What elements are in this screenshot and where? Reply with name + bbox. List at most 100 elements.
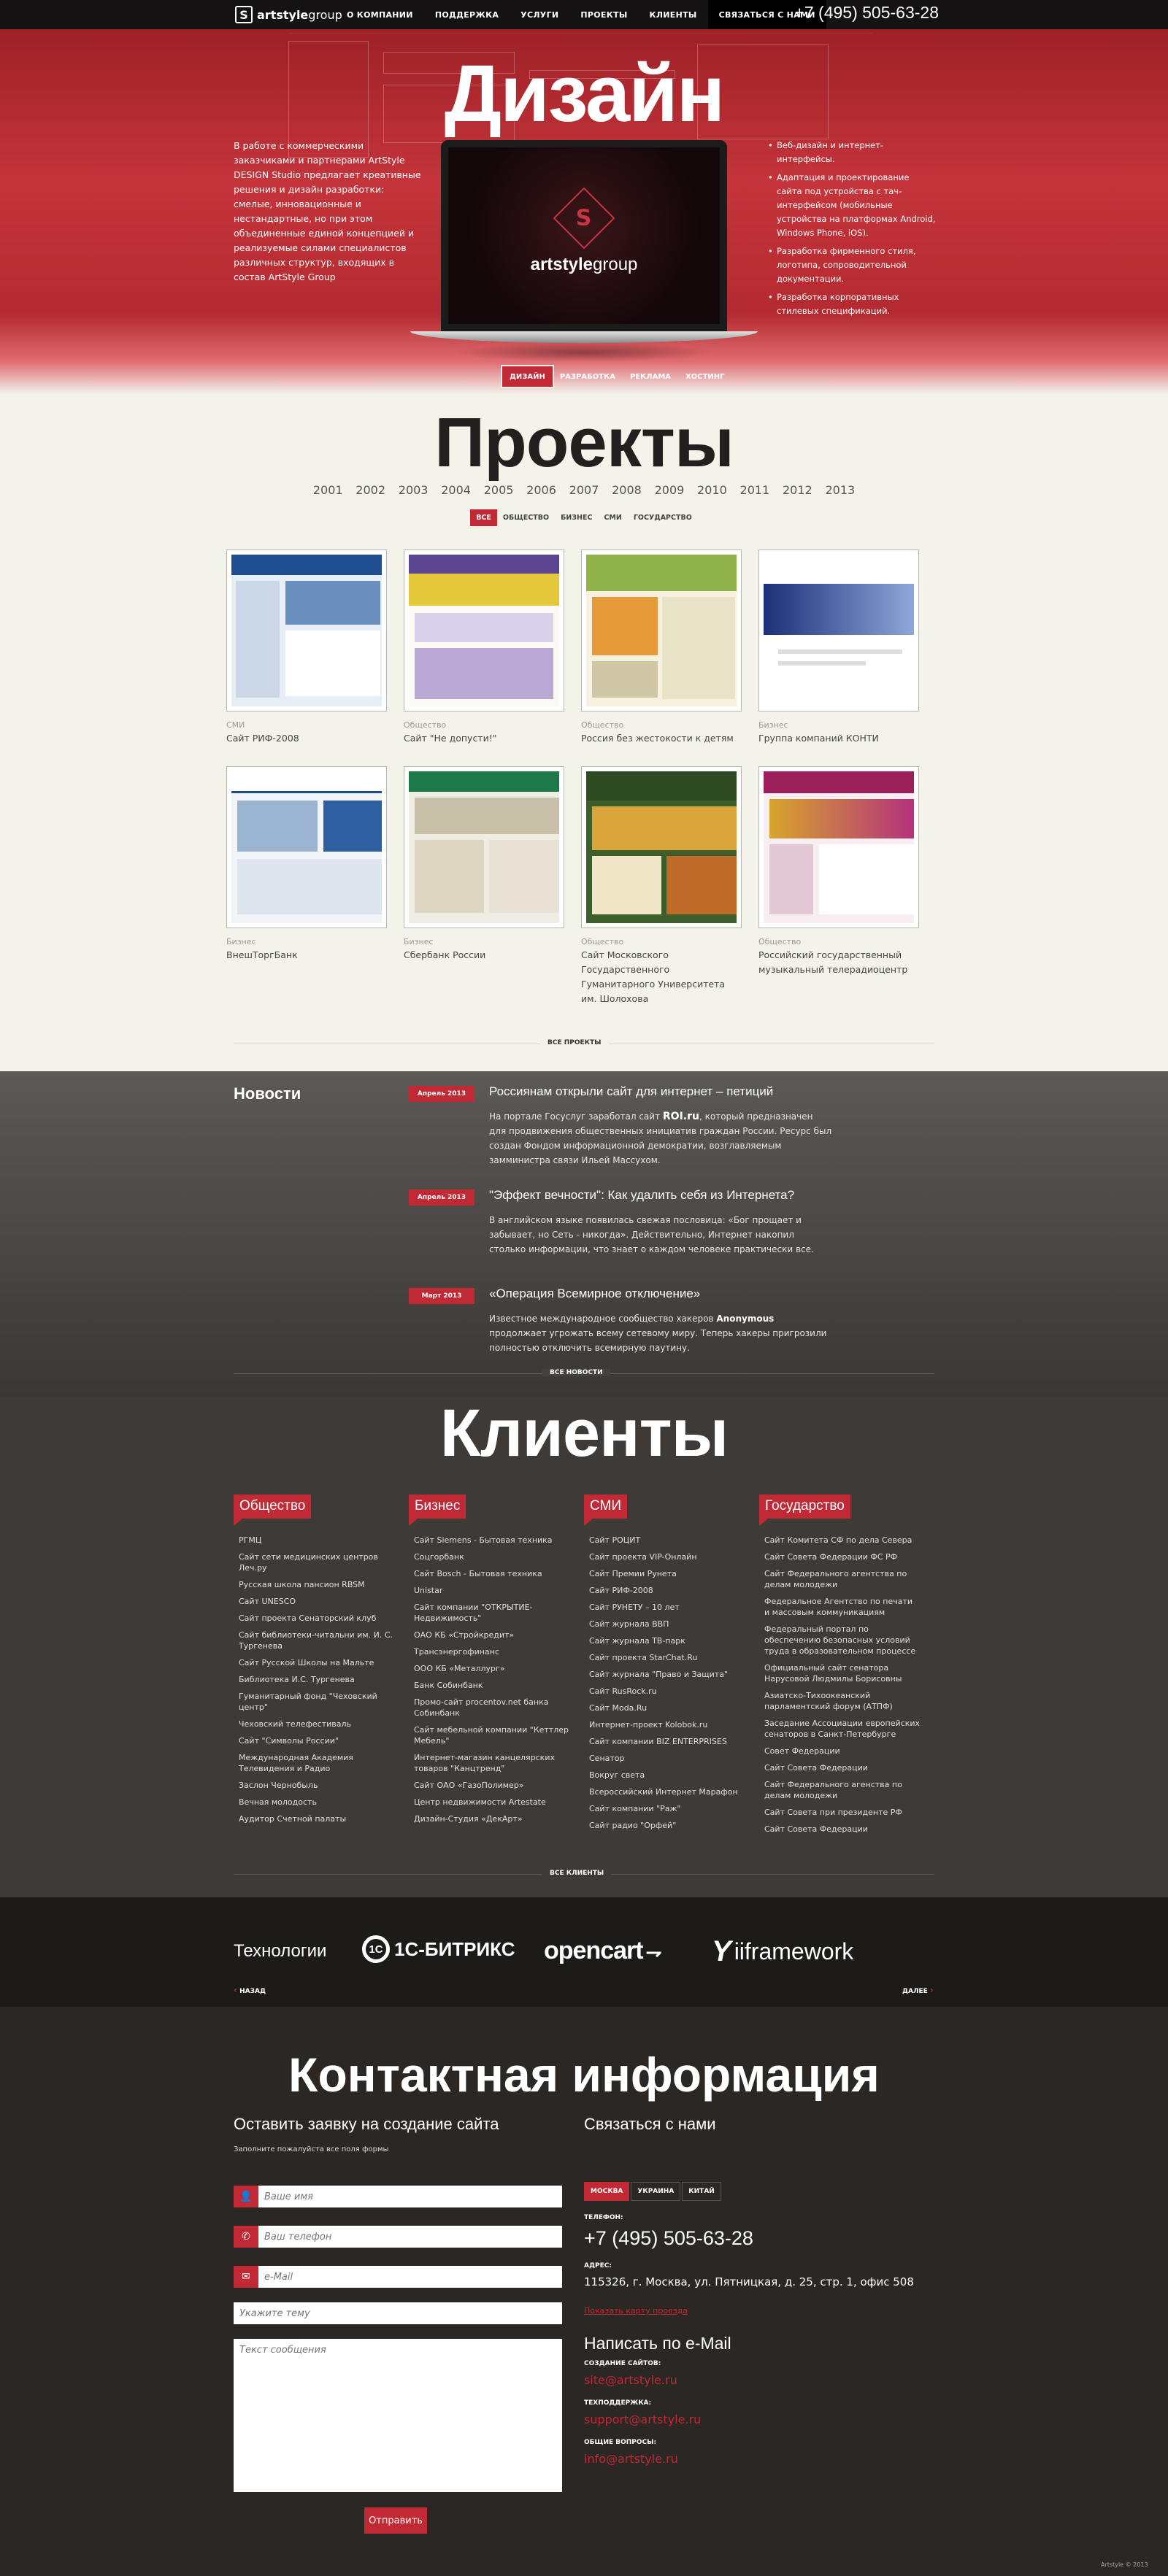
- year-link[interactable]: 2002: [349, 483, 391, 497]
- all-projects-link[interactable]: ВСЕ ПРОЕКТЫ: [540, 1039, 609, 1046]
- project-card[interactable]: Бизнес Сбербанк России: [404, 766, 564, 963]
- client-item[interactable]: Совет Федерации: [764, 1746, 920, 1756]
- client-item[interactable]: Сайт компании "ОТКРЫТИЕ-Недвижимость": [414, 1602, 569, 1624]
- project-thumbnail[interactable]: [226, 766, 387, 928]
- year-link[interactable]: 2011: [734, 483, 776, 497]
- tab-development[interactable]: РАЗРАБОТКА: [553, 366, 623, 387]
- filter-government[interactable]: ГОСУДАРСТВО: [628, 509, 698, 526]
- client-item[interactable]: Заслон Чернобыль: [239, 1780, 394, 1791]
- show-map-link[interactable]: Показать карту проезда: [584, 2306, 688, 2315]
- client-item[interactable]: Сайт Совета Федерации: [764, 1824, 920, 1835]
- client-item[interactable]: Сайт проекта StarChat.Ru: [589, 1652, 745, 1663]
- all-news-link[interactable]: ВСЕ НОВОСТИ: [542, 1369, 610, 1376]
- client-item[interactable]: Сайт сети медицинских центров Леч.ру: [239, 1551, 394, 1573]
- client-item[interactable]: Сайт Bosch - Бытовая техника: [414, 1568, 569, 1579]
- client-item[interactable]: Unistar: [414, 1585, 569, 1596]
- client-item[interactable]: Сайт Русской Школы на Мальте: [239, 1657, 394, 1668]
- client-item[interactable]: Гуманитарный фонд "Чеховский центр": [239, 1691, 394, 1713]
- project-title[interactable]: Сбербанк России: [404, 948, 564, 963]
- bitrix-logo[interactable]: 1С 1С-БИТРИКС: [362, 1935, 515, 1963]
- yii-framework-logo[interactable]: Yiiframework: [712, 1935, 853, 1968]
- filter-society[interactable]: ОБЩЕСТВО: [497, 509, 555, 526]
- nav-item-projects[interactable]: ПРОЕКТЫ: [569, 0, 638, 29]
- client-item[interactable]: Интернет-проект Kolobok.ru: [589, 1719, 745, 1730]
- year-link[interactable]: 2008: [605, 483, 648, 497]
- project-title[interactable]: Российский государственный музыкальный т…: [758, 948, 919, 977]
- client-item[interactable]: РГМЦ: [239, 1535, 394, 1546]
- year-link[interactable]: 2007: [563, 483, 605, 497]
- year-link[interactable]: 2003: [392, 483, 434, 497]
- client-item[interactable]: Сайт Премии Рунета: [589, 1568, 745, 1579]
- client-item[interactable]: Сайт Комитета СФ по дела Севера: [764, 1535, 920, 1546]
- client-item[interactable]: Сайт журнала "Право и Защита": [589, 1669, 745, 1680]
- year-link[interactable]: 2013: [819, 483, 861, 497]
- client-item[interactable]: Библиотека И.С. Тургенева: [239, 1674, 394, 1685]
- client-item[interactable]: Сайт проекта VIP-Онлайн: [589, 1551, 745, 1562]
- client-item[interactable]: Федеральное Агентство по печати и массов…: [764, 1596, 920, 1618]
- client-item[interactable]: Сайт "Символы России": [239, 1735, 394, 1746]
- project-thumbnail[interactable]: [404, 766, 564, 928]
- client-item[interactable]: Банк Собинбанк: [414, 1680, 569, 1691]
- client-item[interactable]: ООО КБ «Металлург»: [414, 1663, 569, 1674]
- client-item[interactable]: Соцгорбанк: [414, 1551, 569, 1562]
- project-title[interactable]: Сайт Московского Государственного Гумани…: [581, 948, 742, 1006]
- project-thumbnail[interactable]: [226, 549, 387, 712]
- client-item[interactable]: Сайт журнала ВВП: [589, 1619, 745, 1630]
- news-headline[interactable]: "Эффект вечности": Как удалить себя из И…: [489, 1188, 825, 1203]
- opencart-logo[interactable]: opencart ⇁: [544, 1937, 661, 1965]
- email-input[interactable]: [258, 2266, 562, 2288]
- tab-design[interactable]: ДИЗАЙН: [502, 366, 553, 387]
- project-thumbnail[interactable]: [581, 766, 742, 928]
- year-link[interactable]: 2001: [307, 483, 349, 497]
- client-item[interactable]: Сайт ОАО «ГазоПолимер»: [414, 1780, 569, 1791]
- client-item[interactable]: Сайт RusRock.ru: [589, 1686, 745, 1697]
- project-thumbnail[interactable]: [581, 549, 742, 712]
- year-link[interactable]: 2010: [691, 483, 733, 497]
- all-clients-link[interactable]: ВСЕ КЛИЕНТЫ: [542, 1870, 612, 1877]
- year-link[interactable]: 2004: [434, 483, 477, 497]
- tab-moscow[interactable]: МОСКВА: [584, 2182, 630, 2201]
- client-item[interactable]: Сенатор: [589, 1753, 745, 1764]
- mail-link-general[interactable]: info@artstyle.ru: [584, 2452, 678, 2466]
- filter-business[interactable]: БИЗНЕС: [555, 509, 598, 526]
- client-item[interactable]: Сайт UNESCO: [239, 1596, 394, 1607]
- client-item[interactable]: Сайт журнала ТВ-парк: [589, 1635, 745, 1646]
- client-item[interactable]: Сайт Siemens - Бытовая техника: [414, 1535, 569, 1546]
- submit-button[interactable]: Отправить: [364, 2507, 427, 2534]
- year-link[interactable]: 2005: [477, 483, 520, 497]
- year-link[interactable]: 2012: [776, 483, 818, 497]
- nav-item-services[interactable]: УСЛУГИ: [510, 0, 569, 29]
- project-card[interactable]: Бизнес ВнешТоргБанк: [226, 766, 387, 963]
- year-link[interactable]: 2006: [520, 483, 562, 497]
- project-title[interactable]: Группа компаний КОНТИ: [758, 731, 919, 746]
- name-input[interactable]: [258, 2186, 562, 2207]
- project-thumbnail[interactable]: [758, 549, 919, 712]
- client-item[interactable]: Сайт Федерального агентства по делам мол…: [764, 1568, 920, 1590]
- client-item[interactable]: Промо-сайт procentov.net банка Собинбанк: [414, 1697, 569, 1719]
- client-item[interactable]: Сайт радио "Орфей": [589, 1820, 745, 1831]
- client-item[interactable]: Чеховский телефестиваль: [239, 1719, 394, 1729]
- client-item[interactable]: Вечная молодость: [239, 1797, 394, 1808]
- client-item[interactable]: Русская школа пансион RBSM: [239, 1579, 394, 1590]
- client-item[interactable]: Сайт Совета Федерации: [764, 1762, 920, 1773]
- client-item[interactable]: Трансэнергофинанс: [414, 1646, 569, 1657]
- client-item[interactable]: Азиатско-Тихоокеанский парламентский фор…: [764, 1690, 920, 1712]
- filter-all[interactable]: ВСЕ: [470, 509, 497, 526]
- mail-link-sites[interactable]: site@artstyle.ru: [584, 2373, 677, 2387]
- filter-media[interactable]: СМИ: [598, 509, 627, 526]
- news-headline[interactable]: Россиянам открыли сайт для интернет – пе…: [489, 1084, 825, 1099]
- project-card[interactable]: Общество Российский государственный музы…: [758, 766, 919, 977]
- mail-link-support[interactable]: support@artstyle.ru: [584, 2413, 701, 2426]
- client-item[interactable]: Вокруг света: [589, 1770, 745, 1781]
- site-logo[interactable]: S artstyle group: [235, 5, 342, 24]
- project-title[interactable]: Россия без жестокости к детям: [581, 731, 742, 746]
- client-item[interactable]: Заседание Ассоциации европейских сенатор…: [764, 1718, 920, 1740]
- tab-hosting[interactable]: ХОСТИНГ: [678, 366, 731, 387]
- project-title[interactable]: Сайт "Не допусти!": [404, 731, 564, 746]
- client-item[interactable]: Интернет-магазин канцелярских товаров "К…: [414, 1752, 569, 1774]
- topic-input[interactable]: [234, 2302, 562, 2324]
- project-thumbnail[interactable]: [404, 549, 564, 712]
- tab-advertising[interactable]: РЕКЛАМА: [623, 366, 678, 387]
- nav-item-support[interactable]: ПОДДЕРЖКА: [424, 0, 510, 29]
- project-card[interactable]: Общество Сайт Московского Государственно…: [581, 766, 742, 1006]
